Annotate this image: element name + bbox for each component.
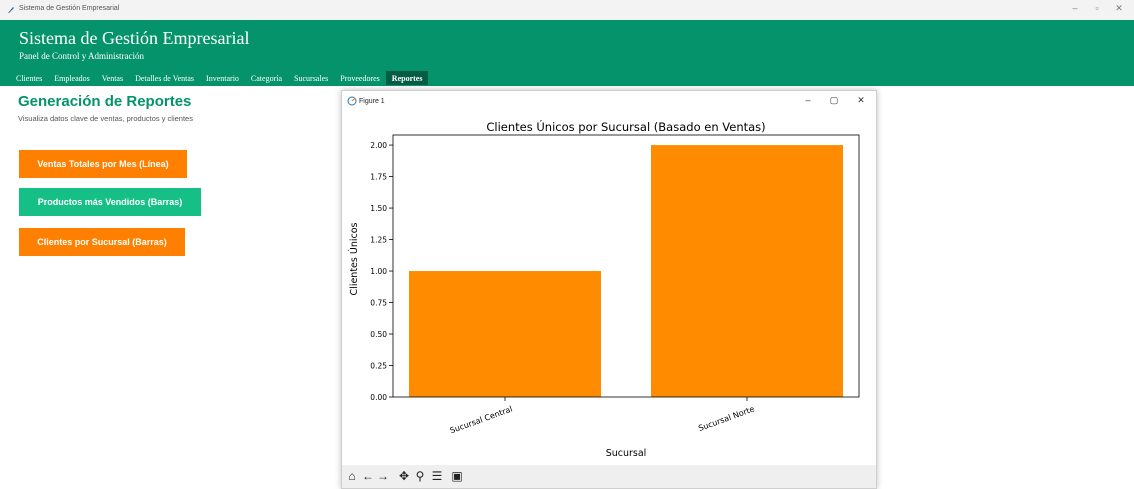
app-subtitle: Panel de Control y Administración	[19, 51, 144, 61]
nav-item-sucursales[interactable]: Sucursales	[288, 71, 334, 85]
close-icon[interactable]: ✕	[1112, 3, 1126, 14]
chart-title: Clientes Únicos por Sucursal (Basado en …	[486, 119, 765, 134]
y-tick-label: 0.75	[370, 299, 387, 308]
clientes-sucursal-button[interactable]: Clientes por Sucursal (Barras)	[19, 228, 185, 256]
ventas-totales-button[interactable]: Ventas Totales por Mes (Línea)	[19, 150, 187, 178]
minimize-icon[interactable]: –	[1068, 3, 1082, 13]
nav-item-proveedores[interactable]: Proveedores	[334, 71, 386, 85]
nav-item-reportes[interactable]: Reportes	[385, 71, 429, 85]
chart-ylabel: Clientes Únicos	[348, 222, 360, 295]
bar-0	[409, 271, 601, 397]
nav-item-categoria[interactable]: Categoría	[245, 71, 288, 85]
nav-item-empleados[interactable]: Empleados	[48, 71, 96, 85]
x-tick-label: Sucursal Central	[449, 404, 514, 435]
figure-maximize-icon[interactable]: ▢	[826, 95, 842, 106]
x-tick-label: Sucursal Norte	[697, 404, 756, 433]
home-icon[interactable]: ⌂	[345, 469, 359, 483]
y-tick-label: 1.00	[370, 267, 387, 276]
save-icon[interactable]: ▣	[450, 469, 464, 483]
nav-item-detalles-ventas[interactable]: Detalles de Ventas	[129, 71, 200, 85]
y-tick-label: 0.50	[370, 330, 387, 339]
app-feather-icon	[8, 7, 14, 13]
bar-1	[651, 145, 843, 397]
y-tick-label: 1.75	[370, 173, 387, 182]
figure-window: Figure 1 – ▢ ✕ Clientes Únicos por Sucur…	[341, 90, 877, 489]
reports-subtitle: Visualiza datos clave de ventas, product…	[18, 114, 193, 123]
back-arrow-icon[interactable]: ←	[361, 469, 375, 483]
y-tick-label: 1.50	[370, 204, 387, 213]
figure-close-icon[interactable]: ✕	[853, 95, 869, 106]
app-header: Sistema de Gestión Empresarial Panel de …	[0, 20, 1134, 86]
pan-icon[interactable]: ✥	[397, 469, 411, 483]
main-nav: Clientes Empleados Ventas Detalles de Ve…	[10, 71, 429, 85]
figure-titlebar: Figure 1 – ▢ ✕	[342, 91, 876, 113]
y-tick-label: 0.25	[370, 362, 387, 371]
y-tick-label: 0.00	[370, 393, 387, 402]
y-tick-label: 1.25	[370, 236, 387, 245]
window-title: Sistema de Gestión Empresarial	[19, 5, 120, 12]
maximize-icon[interactable]: ▫	[1090, 3, 1104, 13]
figure-minimize-icon[interactable]: –	[800, 95, 816, 105]
window-titlebar: Sistema de Gestión Empresarial – ▫ ✕	[0, 0, 1134, 20]
bar-chart: Clientes Únicos por Sucursal (Basado en …	[348, 119, 860, 459]
zoom-icon[interactable]: ⚲	[413, 469, 427, 483]
chart-xlabel: Sucursal	[606, 448, 647, 459]
reports-title: Generación de Reportes	[18, 93, 192, 110]
forward-arrow-icon[interactable]: →	[376, 469, 390, 483]
matplotlib-icon	[347, 96, 357, 106]
nav-item-ventas[interactable]: Ventas	[96, 71, 129, 85]
productos-vendidos-button[interactable]: Productos más Vendidos (Barras)	[19, 188, 201, 216]
configure-icon[interactable]: ☰	[430, 469, 444, 483]
nav-item-inventario[interactable]: Inventario	[200, 71, 245, 85]
figure-title: Figure 1	[359, 98, 385, 105]
app-title: Sistema de Gestión Empresarial	[19, 28, 250, 48]
figure-toolbar: ⌂ ← → ✥ ⚲ ☰ ▣	[342, 465, 876, 488]
y-tick-label: 2.00	[370, 141, 387, 150]
nav-item-clientes[interactable]: Clientes	[10, 71, 48, 85]
